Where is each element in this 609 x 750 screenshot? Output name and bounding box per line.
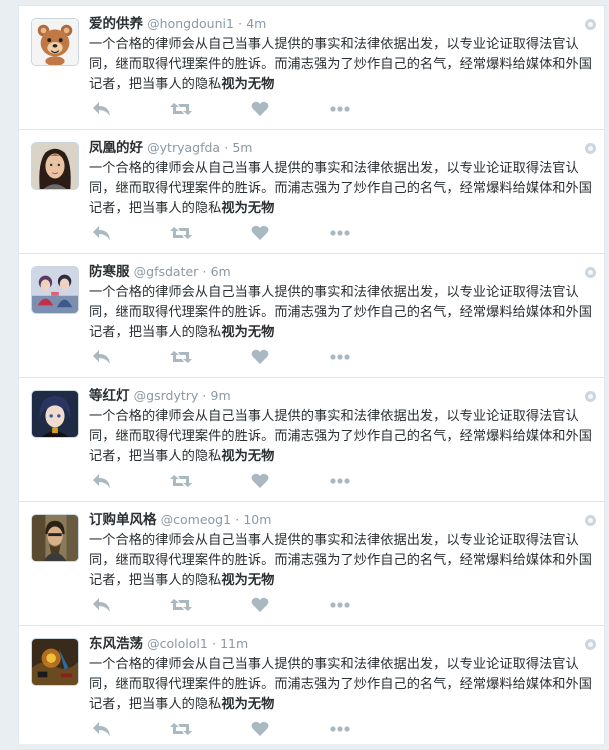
user-name[interactable]: 防寒服 bbox=[89, 264, 130, 280]
tweet-text-body: 一个合格的律师会从自己当事人提供的事实和法律依据出发，以专业论证取得法官认同，继… bbox=[89, 285, 593, 340]
retweet-icon[interactable] bbox=[169, 224, 193, 242]
reply-icon[interactable] bbox=[91, 100, 113, 118]
retweet-icon[interactable] bbox=[169, 100, 193, 118]
user-handle[interactable]: @gfsdater bbox=[134, 264, 199, 279]
tweet-text-bold: 视为无物 bbox=[221, 325, 275, 340]
tweet-text-body: 一个合格的律师会从自己当事人提供的事实和法律依据出发，以专业论证取得法官认同，继… bbox=[89, 657, 593, 712]
tweet-header: 爱的供养 @hongdouni1 · 4m bbox=[89, 15, 596, 34]
separator: · bbox=[211, 636, 216, 651]
tweet-content: 等红灯 @gsrdytry · 9m 一个合格的律师会从自己当事人提供的事实和法… bbox=[89, 387, 596, 467]
separator: · bbox=[224, 140, 229, 155]
tweet-content: 爱的供养 @hongdouni1 · 4m 一个合格的律师会从自己当事人提供的事… bbox=[89, 15, 596, 95]
tweet-text-bold: 视为无物 bbox=[221, 201, 275, 216]
retweet-icon[interactable] bbox=[169, 596, 193, 614]
more-icon[interactable] bbox=[329, 596, 351, 614]
heart-icon[interactable] bbox=[251, 596, 269, 614]
tweet-content: 订购单风格 @comeog1 · 10m 一个合格的律师会从自己当事人提供的事实… bbox=[89, 511, 596, 591]
tweet-content: 防寒服 @gfsdater · 6m 一个合格的律师会从自己当事人提供的事实和法… bbox=[89, 263, 596, 343]
user-handle[interactable]: @ytryagfda bbox=[147, 140, 220, 155]
tweet-header: 订购单风格 @comeog1 · 10m bbox=[89, 511, 596, 530]
tweet-text: 一个合格的律师会从自己当事人提供的事实和法律依据出发，以专业论证取得法官认同，继… bbox=[89, 407, 596, 467]
tweet-menu-icon[interactable] bbox=[585, 639, 596, 650]
tweet-menu-icon[interactable] bbox=[585, 19, 596, 30]
anime-characters-avatar[interactable] bbox=[31, 266, 79, 314]
tweet-text-body: 一个合格的律师会从自己当事人提供的事实和法律依据出发，以专业论证取得法官认同，继… bbox=[89, 533, 593, 588]
separator: · bbox=[202, 264, 207, 279]
heart-icon[interactable] bbox=[251, 224, 269, 242]
timestamp[interactable]: 10m bbox=[243, 512, 271, 527]
tweet-item[interactable]: 凤凰的好 @ytryagfda · 5m 一个合格的律师会从自己当事人提供的事实… bbox=[19, 130, 604, 254]
tweet-text-body: 一个合格的律师会从自己当事人提供的事实和法律依据出发，以专业论证取得法官认同，继… bbox=[89, 37, 593, 92]
tweet-menu-icon[interactable] bbox=[585, 267, 596, 278]
tweet-item[interactable]: 爱的供养 @hongdouni1 · 4m 一个合格的律师会从自己当事人提供的事… bbox=[19, 6, 604, 130]
tweet-timeline: 爱的供养 @hongdouni1 · 4m 一个合格的律师会从自己当事人提供的事… bbox=[18, 5, 605, 750]
heart-icon[interactable] bbox=[251, 348, 269, 366]
more-icon[interactable] bbox=[329, 472, 351, 490]
timestamp[interactable]: 5m bbox=[232, 140, 252, 155]
separator: · bbox=[238, 16, 243, 31]
user-handle[interactable]: @hongdouni1 bbox=[147, 16, 234, 31]
separator: · bbox=[235, 512, 240, 527]
tweet-item[interactable]: 等红灯 @gsrdytry · 9m 一个合格的律师会从自己当事人提供的事实和法… bbox=[19, 378, 604, 502]
retweet-icon[interactable] bbox=[169, 472, 193, 490]
tweet-text: 一个合格的律师会从自己当事人提供的事实和法律依据出发，以专业论证取得法官认同，继… bbox=[89, 35, 596, 95]
heart-icon[interactable] bbox=[251, 100, 269, 118]
tweet-item[interactable]: 东风浩荡 @cololol1 · 11m 一个合格的律师会从自己当事人提供的事实… bbox=[19, 626, 604, 750]
game-scene-avatar[interactable] bbox=[31, 638, 79, 686]
user-name[interactable]: 凤凰的好 bbox=[89, 140, 143, 156]
reply-icon[interactable] bbox=[91, 596, 113, 614]
retweet-icon[interactable] bbox=[169, 348, 193, 366]
timestamp[interactable]: 11m bbox=[220, 636, 248, 651]
woman-portrait-avatar[interactable] bbox=[31, 142, 79, 190]
user-name[interactable]: 东风浩荡 bbox=[89, 636, 143, 652]
tweet-header: 防寒服 @gfsdater · 6m bbox=[89, 263, 596, 282]
more-icon[interactable] bbox=[329, 224, 351, 242]
user-name[interactable]: 爱的供养 bbox=[89, 16, 143, 32]
tweet-text-bold: 视为无物 bbox=[221, 573, 275, 588]
tweet-text: 一个合格的律师会从自己当事人提供的事实和法律依据出发，以专业论证取得法官认同，继… bbox=[89, 531, 596, 591]
tweet-item[interactable]: 订购单风格 @comeog1 · 10m 一个合格的律师会从自己当事人提供的事实… bbox=[19, 502, 604, 626]
tweet-header: 等红灯 @gsrdytry · 9m bbox=[89, 387, 596, 406]
more-icon[interactable] bbox=[329, 348, 351, 366]
tweet-item[interactable]: 防寒服 @gfsdater · 6m 一个合格的律师会从自己当事人提供的事实和法… bbox=[19, 254, 604, 378]
tweet-content: 东风浩荡 @cololol1 · 11m 一个合格的律师会从自己当事人提供的事实… bbox=[89, 635, 596, 715]
user-handle[interactable]: @comeog1 bbox=[161, 512, 231, 527]
retweet-icon[interactable] bbox=[169, 720, 193, 738]
reply-icon[interactable] bbox=[91, 720, 113, 738]
tweet-text: 一个合格的律师会从自己当事人提供的事实和法律依据出发，以专业论证取得法官认同，继… bbox=[89, 655, 596, 715]
tweet-text-bold: 视为无物 bbox=[221, 449, 275, 464]
tweet-text-body: 一个合格的律师会从自己当事人提供的事实和法律依据出发，以专业论证取得法官认同，继… bbox=[89, 409, 593, 464]
tweet-header: 东风浩荡 @cololol1 · 11m bbox=[89, 635, 596, 654]
reply-icon[interactable] bbox=[91, 224, 113, 242]
timestamp[interactable]: 4m bbox=[246, 16, 266, 31]
anime-boy-avatar[interactable] bbox=[31, 390, 79, 438]
user-name[interactable]: 订购单风格 bbox=[89, 512, 157, 528]
tweet-menu-icon[interactable] bbox=[585, 515, 596, 526]
tweet-header: 凤凰的好 @ytryagfda · 5m bbox=[89, 139, 596, 158]
tweet-text-bold: 视为无物 bbox=[221, 697, 275, 712]
user-handle[interactable]: @gsrdytry bbox=[134, 388, 199, 403]
tweet-text: 一个合格的律师会从自己当事人提供的事实和法律依据出发，以专业论证取得法官认同，继… bbox=[89, 283, 596, 343]
timestamp[interactable]: 9m bbox=[211, 388, 231, 403]
tweet-text-bold: 视为无物 bbox=[221, 77, 275, 92]
user-name[interactable]: 等红灯 bbox=[89, 388, 130, 404]
heart-icon[interactable] bbox=[251, 472, 269, 490]
heart-icon[interactable] bbox=[251, 720, 269, 738]
tweet-menu-icon[interactable] bbox=[585, 143, 596, 154]
more-icon[interactable] bbox=[329, 100, 351, 118]
tweet-text-body: 一个合格的律师会从自己当事人提供的事实和法律依据出发，以专业论证取得法官认同，继… bbox=[89, 161, 593, 216]
tweet-menu-icon[interactable] bbox=[585, 391, 596, 402]
separator: · bbox=[202, 388, 207, 403]
reply-icon[interactable] bbox=[91, 472, 113, 490]
tweet-content: 凤凰的好 @ytryagfda · 5m 一个合格的律师会从自己当事人提供的事实… bbox=[89, 139, 596, 219]
tweet-text: 一个合格的律师会从自己当事人提供的事实和法律依据出发，以专业论证取得法官认同，继… bbox=[89, 159, 596, 219]
cartoon-bear-avatar[interactable] bbox=[31, 18, 79, 66]
timestamp[interactable]: 6m bbox=[211, 264, 231, 279]
user-handle[interactable]: @cololol1 bbox=[147, 636, 208, 651]
more-icon[interactable] bbox=[329, 720, 351, 738]
man-portrait-avatar[interactable] bbox=[31, 514, 79, 562]
reply-icon[interactable] bbox=[91, 348, 113, 366]
